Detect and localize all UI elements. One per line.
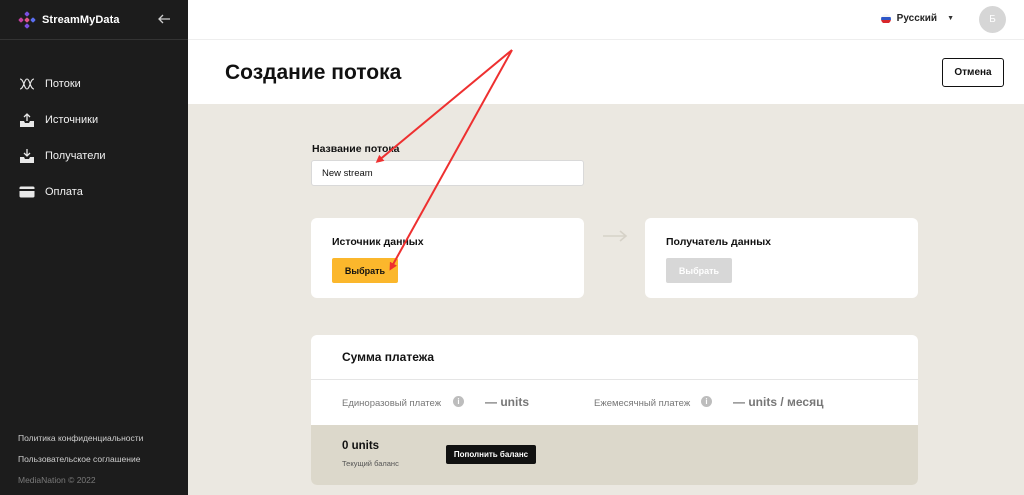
sidebar-item-label: Источники [45,114,99,126]
sidebar-item-label: Получатели [45,150,106,162]
avatar[interactable]: Б [979,6,1006,33]
payment-title: Сумма платежа [342,350,435,364]
arrow-right-icon [603,230,628,242]
info-icon[interactable]: i [453,396,464,407]
page-header: Создание потока Отмена [188,40,1024,104]
cancel-button[interactable]: Отмена [942,58,1004,87]
monthly-payment-value: — units / месяц [733,395,824,409]
destination-card: Получатель данных Выбрать [645,218,918,298]
user-agreement-link[interactable]: Пользовательское соглашение [18,454,143,464]
monthly-payment-label: Ежемесячный платеж [594,398,691,409]
payment-header: Сумма платежа [311,335,918,380]
streams-icon [18,75,36,93]
one-time-payment-label: Единоразовый платеж [342,398,442,409]
russia-flag-icon [880,13,891,24]
sidebar-footer: Политика конфиденциальности Пользователь… [18,433,143,485]
source-title: Источник данных [332,236,424,248]
copyright: MediaNation © 2022 [18,475,96,485]
balance-value: 0 units [342,440,380,452]
topbar: Русский ▼ Б [188,0,1024,40]
sidebar-item-sources[interactable]: Источники [0,102,188,138]
select-source-button[interactable]: Выбрать [332,258,398,283]
one-time-payment-value: — units [485,395,529,409]
logo-row: StreamMyData [0,0,188,40]
upload-tray-icon [18,111,36,129]
source-card: Источник данных Выбрать [311,218,584,298]
sidebar-nav: Потоки Источники Получатели Оплата [0,66,188,210]
sidebar-item-destinations[interactable]: Получатели [0,138,188,174]
chevron-down-icon: ▼ [947,15,954,22]
payment-panel: Сумма платежа Единоразовый платеж i — un… [311,335,918,485]
info-icon[interactable]: i [701,396,712,407]
download-tray-icon [18,147,36,165]
stream-name-input[interactable] [311,160,584,186]
language-label: Русский [896,13,938,24]
sidebar: StreamMyData Потоки Источники Получатели [0,0,188,495]
privacy-policy-link[interactable]: Политика конфиденциальности [18,433,143,443]
top-up-balance-button[interactable]: Пополнить баланс [446,445,536,464]
sidebar-item-label: Потоки [45,78,81,90]
sidebar-item-label: Оплата [45,186,83,198]
app-name: StreamMyData [42,13,120,26]
destination-title: Получатель данных [666,236,772,248]
payment-amounts: Единоразовый платеж i — units Ежемесячны… [311,380,918,425]
credit-card-icon [18,183,36,201]
collapse-sidebar-icon[interactable] [156,11,172,27]
balance-bar: 0 units Текущий баланс Пополнить баланс [311,425,918,485]
sidebar-item-payment[interactable]: Оплата [0,174,188,210]
balance-caption: Текущий баланс [342,459,399,468]
language-selector[interactable]: Русский ▼ [880,13,954,24]
logo-icon [18,10,36,29]
sidebar-item-streams[interactable]: Потоки [0,66,188,102]
stream-name-label: Название потока [312,143,400,155]
page-title: Создание потока [225,61,402,84]
select-destination-button[interactable]: Выбрать [666,258,732,283]
